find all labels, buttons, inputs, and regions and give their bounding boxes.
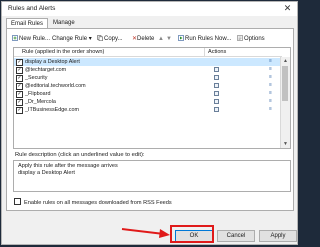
options-button[interactable]: Options [237,34,265,44]
move-down-icon[interactable]: ▼ [166,34,172,44]
table-row[interactable]: ✓ _Flipboard ≡ [14,90,282,98]
pointer-arrow-icon [121,228,170,238]
apply-button[interactable]: Apply [259,230,297,242]
description-line-1: Apply this rule after the message arrive… [18,163,118,169]
rule-checkbox[interactable]: ✓ [16,59,23,66]
new-rule-button[interactable]: New Rule... [12,34,50,44]
rule-checkbox[interactable]: ✓ [16,83,23,90]
rules-toolbar: New Rule... Change Rule ▾ Copy... ✕Delet… [12,34,290,44]
table-row[interactable]: ✓ _Security ≡ [14,74,282,82]
rule-checkbox[interactable]: ✓ [16,75,23,82]
rule-name: _Flipboard [25,91,51,97]
table-row[interactable]: ✓ _ITBusinessEdge.com ≡ [14,106,282,114]
cancel-button[interactable]: Cancel [217,230,255,242]
delete-button[interactable]: ✕Delete [132,34,154,44]
rss-label: Enable rules on all messages downloaded … [24,200,172,206]
rule-description-box: Apply this rule after the message arrive… [13,160,291,192]
rules-scrollbar[interactable]: ▲ ▼ [280,57,290,148]
scroll-down-icon[interactable]: ▼ [281,140,290,148]
options-icon [237,35,243,41]
scroll-icon: ≡ [269,106,272,112]
action-icon [214,75,219,80]
description-line-2[interactable]: display a Desktop Alert [18,170,286,177]
new-rule-label: New Rule... [19,36,51,42]
action-icon [214,107,219,112]
action-icon [214,83,219,88]
email-rules-panel: New Rule... Change Rule ▾ Copy... ✕Delet… [6,28,294,211]
rule-name: @techtarget.com [25,67,67,73]
copy-button[interactable]: Copy... [97,34,123,44]
rule-name: _Dr_Mercola [25,99,56,105]
table-row[interactable]: ✓ _Dr_Mercola ≡ [14,98,282,106]
scroll-thumb[interactable] [282,66,288,101]
action-icon [214,67,219,72]
table-row[interactable]: ✓ @techtarget.com ≡ [14,66,282,74]
rule-checkbox[interactable]: ✓ [16,107,23,114]
table-row[interactable]: ✓ display a Desktop Alert ≡ [14,58,282,66]
scroll-icon: ≡ [269,98,272,104]
rule-description-label: Rule description (click an underlined va… [15,152,145,158]
column-header-actions[interactable]: Actions [204,48,282,57]
rules-and-alerts-dialog: Rules and Alerts ✕ Email Rules Manage Al… [1,1,298,245]
rss-option[interactable]: Enable rules on all messages downloaded … [14,198,172,206]
options-label: Options [244,36,265,42]
action-icon [214,91,219,96]
table-row[interactable]: ✓ @editorial.techworld.com ≡ [14,82,282,90]
copy-label: Copy... [104,36,123,42]
move-up-icon[interactable]: ▲ [158,34,164,44]
rule-name: _ITBusinessEdge.com [25,107,79,113]
rule-checkbox[interactable]: ✓ [16,91,23,98]
rule-name: @editorial.techworld.com [25,83,86,89]
close-icon[interactable]: ✕ [282,3,293,14]
rule-checkbox[interactable]: ✓ [16,67,23,74]
new-rule-icon [12,35,18,41]
scroll-icon: ≡ [269,82,272,88]
change-rule-button[interactable]: Change Rule ▾ [52,34,92,44]
run-rules-button[interactable]: Run Rules Now... [178,34,231,44]
rule-checkbox[interactable]: ✓ [16,99,23,106]
rss-checkbox[interactable] [14,198,21,205]
ok-highlight-box [170,225,214,243]
rules-table: Rule (applied in the order shown) Action… [13,47,291,149]
delete-label: Delete [137,36,155,42]
window-title: Rules and Alerts [8,5,56,12]
scroll-icon: ≡ [269,90,272,96]
chevron-down-icon: ▾ [88,36,92,42]
action-icon [214,99,219,104]
scroll-up-icon[interactable]: ▲ [281,57,290,65]
scroll-icon: ≡ [269,74,272,80]
column-header-rule[interactable]: Rule (applied in the order shown) [14,48,204,57]
rule-name: _Security [25,75,48,81]
run-rules-icon [178,35,184,41]
rule-name: display a Desktop Alert [25,59,80,65]
change-rule-label: Change Rule [52,36,88,42]
copy-icon [97,35,103,41]
run-rules-label: Run Rules Now... [185,36,232,42]
title-bar: Rules and Alerts ✕ [2,2,297,16]
scroll-icon: ≡ [269,58,272,64]
scroll-icon: ≡ [269,66,272,72]
